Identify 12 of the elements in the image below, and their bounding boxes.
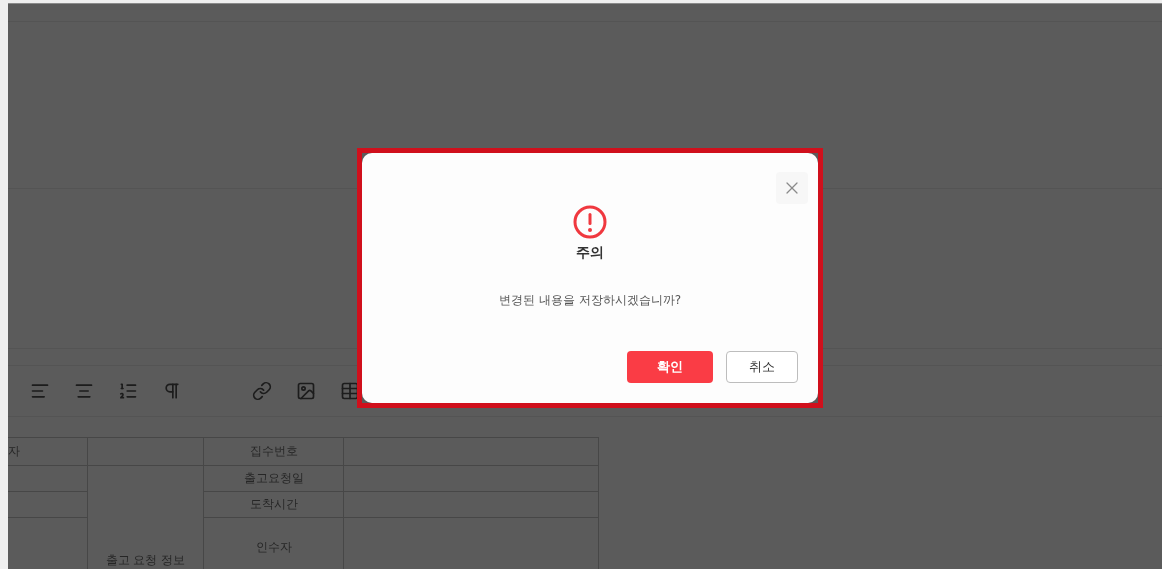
close-button[interactable]	[776, 172, 808, 204]
list-icon[interactable]	[118, 381, 138, 401]
confirm-button[interactable]: 확인	[627, 351, 713, 383]
cancel-button[interactable]: 취소	[726, 351, 798, 383]
pilcrow-icon[interactable]	[162, 381, 182, 401]
align-left-icon[interactable]	[30, 381, 50, 401]
align-center-icon[interactable]	[74, 381, 94, 401]
dialog-message: 변경된 내용을 저장하시겠습니까?	[499, 292, 681, 309]
warning-icon	[573, 205, 607, 239]
dialog-title: 주의	[576, 244, 604, 262]
link-icon[interactable]	[252, 381, 272, 401]
image-icon[interactable]	[296, 381, 316, 401]
